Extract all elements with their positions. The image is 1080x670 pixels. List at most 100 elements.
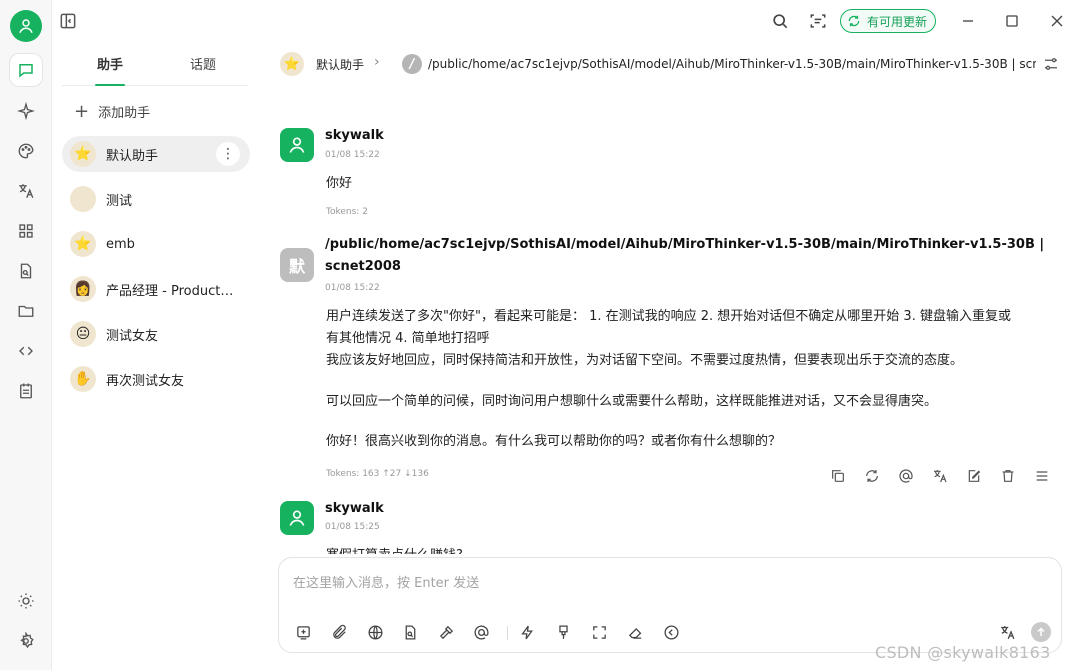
toolbar-divider <box>507 626 508 640</box>
sidebar-toggle-icon[interactable] <box>58 11 78 31</box>
regenerate-icon[interactable] <box>864 468 880 484</box>
translate-icon[interactable] <box>10 175 42 207</box>
update-label: 有可用更新 <box>867 14 928 29</box>
more-options-icon[interactable]: ⋮ <box>216 142 240 166</box>
send-button[interactable] <box>1031 622 1051 642</box>
sparkle-icon[interactable] <box>10 95 42 127</box>
message-thinking: 用户连续发送了多次"你好"，看起来可能是： 1. 在测试我的响应 2. 想开始对… <box>326 306 1056 372</box>
star-icon: ⭐ <box>280 52 304 76</box>
folder-icon[interactable] <box>10 295 42 327</box>
maximize-icon[interactable] <box>1002 11 1022 31</box>
message-author-line1: /public/home/ac7sc1ejvp/SothisAI/model/A… <box>325 237 1045 252</box>
apps-grid-icon[interactable] <box>10 215 42 247</box>
watermark-text: CSDN @skywalk8163 <box>875 643 1051 662</box>
mention-icon[interactable] <box>471 622 491 642</box>
attachment-icon[interactable] <box>329 622 349 642</box>
assistant-item-emb[interactable]: ⭐ emb <box>62 226 250 262</box>
menu-icon[interactable] <box>1034 468 1050 484</box>
star-icon: ⭐ <box>70 231 96 257</box>
assistant-label: 产品经理 - Product… <box>106 283 234 299</box>
close-icon[interactable] <box>1047 11 1067 31</box>
assistant-panel: 助手 话题 + 添加助手 ⭐ 默认助手 ⋮ 测试 ⭐ emb 👩 产品经理 - … <box>52 42 260 670</box>
user-avatar <box>280 128 314 162</box>
message-paragraph: 可以回应一个简单的问候，同时询问用户想聊什么或需要什么帮助，这样既能推进对话，又… <box>326 394 938 409</box>
web-search-icon[interactable] <box>365 622 385 642</box>
assistant-label: 默认助手 <box>106 148 159 164</box>
collapse-left-icon[interactable] <box>661 622 681 642</box>
active-tab-indicator <box>95 84 125 86</box>
thinking-line-1: 用户连续发送了多次"你好"，看起来可能是： 1. 在测试我的响应 2. 想开始对… <box>326 309 1011 324</box>
palette-icon[interactable] <box>10 135 42 167</box>
search-icon[interactable] <box>770 11 790 31</box>
token-count: Tokens: 163 ↑27 ↓136 <box>326 469 429 479</box>
assistant-item-product-manager[interactable]: 👩 产品经理 - Product… <box>62 271 250 307</box>
person-icon: 👩 <box>70 276 96 302</box>
knowledge-base-icon[interactable] <box>400 622 420 642</box>
translate-icon[interactable] <box>997 622 1017 642</box>
add-assistant-button[interactable]: + 添加助手 <box>74 102 150 121</box>
app-window: 有可用更新 助手 话题 + 添加助手 ⭐ 默认助手 ⋮ 测试 ⭐ emb 👩 产… <box>0 0 1080 670</box>
message-time: 01/08 15:22 <box>325 283 380 293</box>
message-text: 寒假打算卖点什么赚钱? <box>326 545 463 554</box>
message-time: 01/08 15:22 <box>325 150 380 160</box>
blank-avatar-icon <box>70 186 96 212</box>
tab-topics[interactable]: 话题 <box>190 54 216 73</box>
assistant-item-retest-girlfriend[interactable]: ✋ 再次测试女友 <box>62 361 250 397</box>
code-icon[interactable] <box>10 335 42 367</box>
assistant-item-default[interactable]: ⭐ 默认助手 ⋮ <box>62 136 250 172</box>
face-icon: 😐 <box>70 321 96 347</box>
message-author: skywalk <box>325 128 384 143</box>
user-avatar <box>280 501 314 535</box>
assistant-item-test[interactable]: 测试 <box>62 181 250 217</box>
chat-icon[interactable] <box>10 54 42 86</box>
chevron-right-icon: › <box>374 54 380 70</box>
message-input[interactable] <box>293 572 1033 594</box>
notes-icon[interactable] <box>10 375 42 407</box>
message-text: 你好 <box>326 176 353 191</box>
message-paragraph: 你好！很高兴收到你的消息。有什么我可以帮助你的吗？或者你有什么想聊的？ <box>326 434 782 449</box>
message-list: skywalk 01/08 15:22 你好 Tokens: 2 默 /publ… <box>270 88 1070 554</box>
settings-gear-icon[interactable] <box>10 625 42 657</box>
assistant-label: 测试 <box>106 193 133 209</box>
message-actions <box>830 468 1068 484</box>
thinking-line-3: 我应该友好地回应，同时保持简洁和开放性，为对话留下空间。不需要过度热情，但要表现… <box>326 353 964 368</box>
token-count: Tokens: 2 <box>326 207 368 217</box>
chat-header: ⭐ 默认助手 › / /public/home/ac7sc1ejvp/Sothi… <box>270 42 1080 88</box>
hand-icon: ✋ <box>70 366 96 392</box>
assistant-item-test-girlfriend[interactable]: 😐 测试女友 <box>62 316 250 352</box>
lightning-icon[interactable] <box>517 622 537 642</box>
screenshot-icon[interactable] <box>808 11 828 31</box>
sliders-icon[interactable] <box>1042 55 1060 73</box>
message-time: 01/08 15:25 <box>325 522 380 532</box>
assistant-label: emb <box>106 236 135 252</box>
hammer-tool-icon[interactable] <box>436 622 456 642</box>
new-topic-icon[interactable] <box>293 622 313 642</box>
user-avatar[interactable] <box>10 10 42 42</box>
model-avatar: 默 <box>280 248 314 282</box>
model-selector[interactable]: /public/home/ac7sc1ejvp/SothisAI/model/A… <box>428 57 1036 71</box>
theme-sun-icon[interactable] <box>10 585 42 617</box>
model-icon: / <box>402 54 422 74</box>
current-assistant-name[interactable]: 默认助手 <box>316 56 364 73</box>
message-author-line2: scnet2008 <box>325 259 401 274</box>
translate-icon[interactable] <box>932 468 948 484</box>
thinking-line-2: 有其他情况 4. 简单地打招呼 <box>326 331 490 346</box>
add-assistant-label: 添加助手 <box>98 106 151 121</box>
plus-icon: + <box>74 100 90 122</box>
tab-assistants[interactable]: 助手 <box>97 54 123 73</box>
minimize-icon[interactable] <box>958 11 978 31</box>
file-search-icon[interactable] <box>10 255 42 287</box>
star-icon: ⭐ <box>70 141 96 167</box>
edit-icon[interactable] <box>966 468 982 484</box>
copy-icon[interactable] <box>830 468 846 484</box>
message-composer <box>278 557 1062 653</box>
delete-icon[interactable] <box>1000 468 1016 484</box>
update-available-button[interactable]: 有可用更新 <box>840 9 937 33</box>
fullscreen-icon[interactable] <box>589 622 609 642</box>
brush-icon[interactable] <box>553 622 573 642</box>
message-author: skywalk <box>325 501 384 516</box>
mention-icon[interactable] <box>898 468 914 484</box>
eraser-icon[interactable] <box>625 622 645 642</box>
assistant-label: 再次测试女友 <box>106 373 185 389</box>
panel-tabs: 助手 话题 <box>62 42 248 86</box>
